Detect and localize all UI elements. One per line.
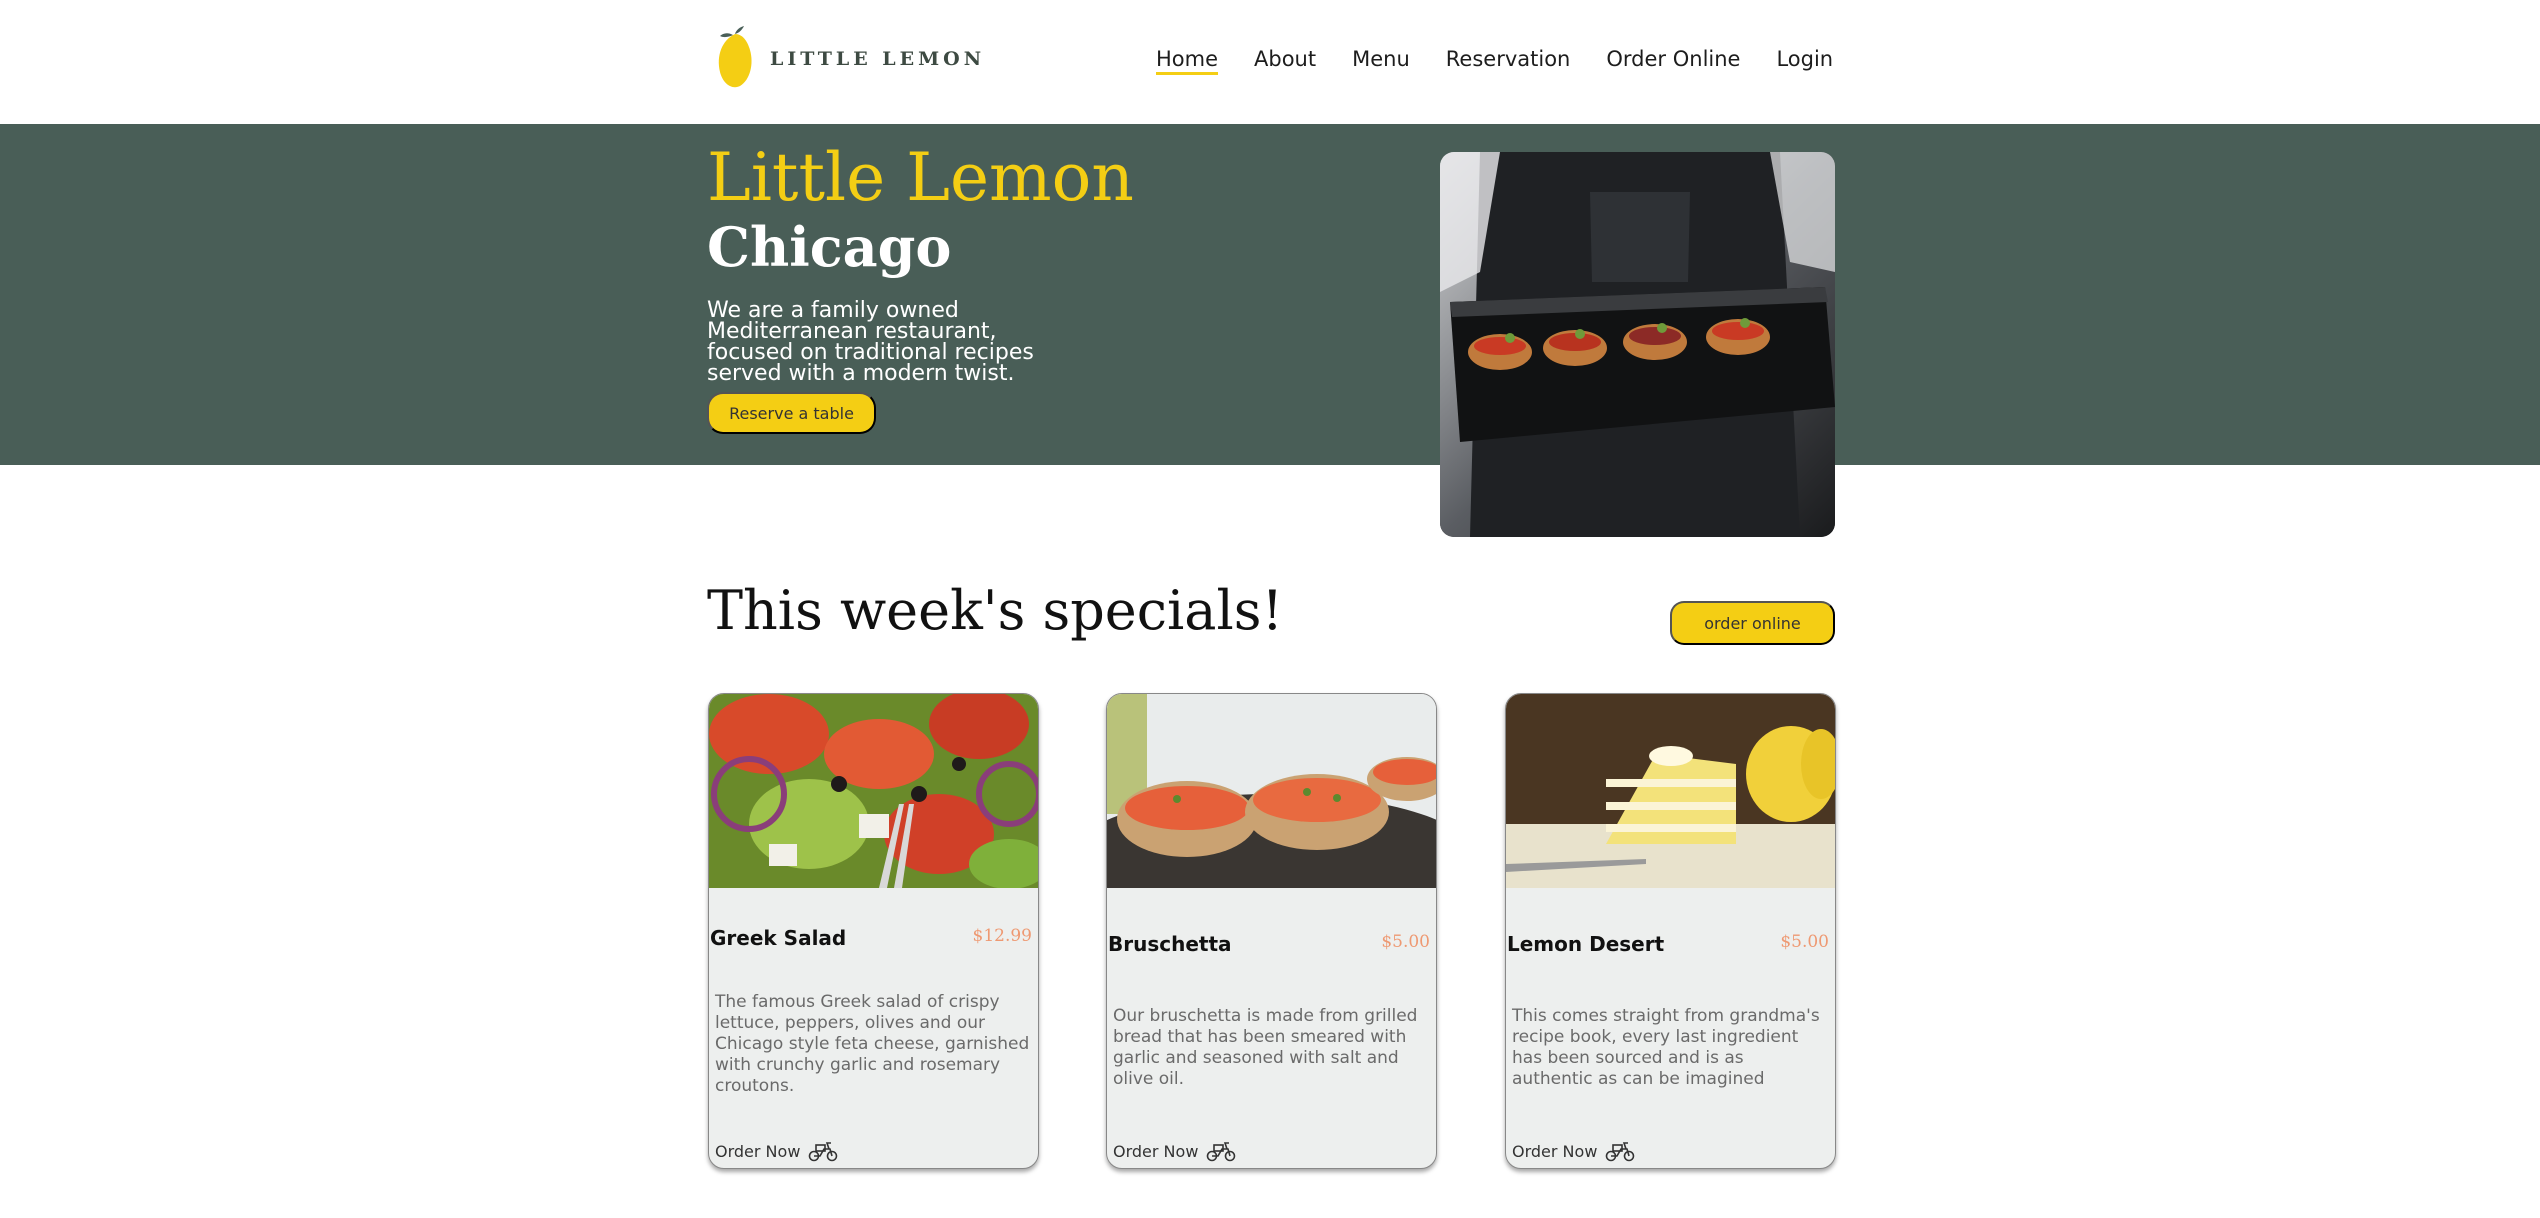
delivery-scooter-icon [1207,1142,1236,1162]
order-now-label: Order Now [715,1141,801,1161]
card-title: Bruschetta [1108,932,1232,956]
order-now-label: Order Now [1512,1141,1598,1161]
card-description: Our bruschetta is made from grilled brea… [1113,1006,1418,1089]
delivery-scooter-icon [1606,1142,1635,1162]
hero-section [0,124,2540,465]
card-price: $5.00 [1381,932,1430,952]
nav-about[interactable]: About [1254,42,1316,76]
chef-serving-bruschetta-image [1440,152,1835,537]
card-description: This comes straight from grandma's recip… [1512,1006,1820,1089]
site-header: LITTLE LEMON Home About Menu Reservation… [0,0,2540,124]
order-now-link[interactable]: Order Now [1113,1140,1236,1162]
card-price: $12.99 [972,926,1032,946]
order-now-label: Order Now [1113,1141,1199,1161]
greek-salad-image [709,694,1038,889]
hero-description: We are a family owned Mediterranean rest… [707,298,1034,386]
nav-menu[interactable]: Menu [1352,42,1410,76]
bruschetta-image [1107,694,1436,914]
nav-reservation[interactable]: Reservation [1446,42,1571,76]
card-price: $5.00 [1780,932,1829,952]
hero-image [1440,152,1835,537]
delivery-scooter-icon [809,1142,838,1162]
nav-login[interactable]: Login [1776,42,1833,76]
card-title: Lemon Desert [1507,932,1665,956]
card-title: Greek Salad [710,926,847,950]
special-card-greek-salad[interactable]: Greek Salad $12.99 The famous Greek sala… [708,693,1039,1169]
special-card-bruschetta[interactable]: Bruschetta $5.00 Our bruschetta is made … [1106,693,1437,1169]
order-online-button[interactable]: order online [1670,601,1835,645]
lemon-logo-icon [718,26,752,88]
special-card-lemon-desert[interactable]: Lemon Desert $5.00 This comes straight f… [1505,693,1836,1169]
nav-home[interactable]: Home [1156,42,1218,76]
main-nav: Home About Menu Reservation Order Online… [1156,42,1833,76]
nav-order-online[interactable]: Order Online [1606,42,1740,76]
lemon-desert-image [1506,694,1835,888]
order-now-link[interactable]: Order Now [1512,1140,1635,1162]
card-description: The famous Greek salad of crispy lettuce… [715,992,1030,1096]
hero-title: Little Lemon [707,139,1134,216]
hero-subtitle: Chicago [707,215,952,279]
reserve-table-button[interactable]: Reserve a table [707,392,876,434]
order-now-link[interactable]: Order Now [715,1140,838,1162]
specials-title: This week's specials! [707,579,1284,642]
logo[interactable]: LITTLE LEMON [714,26,985,92]
logo-text: LITTLE LEMON [770,48,986,70]
